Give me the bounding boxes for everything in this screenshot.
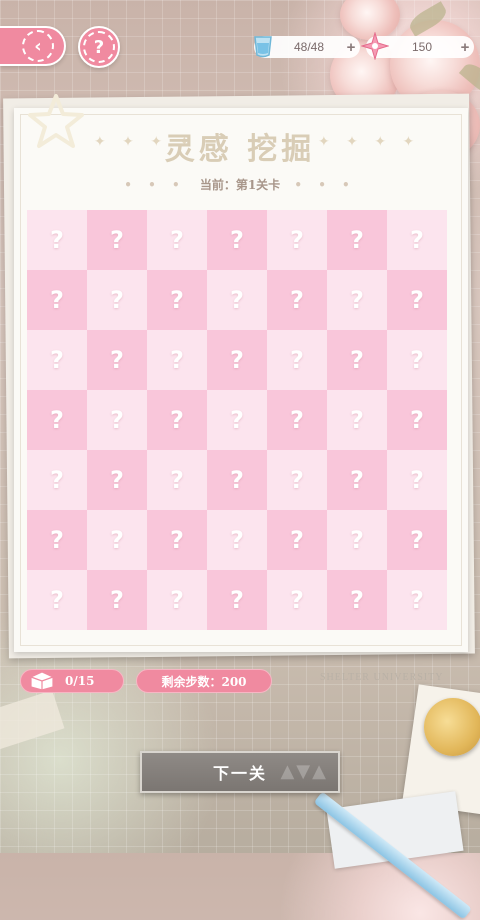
board-cell[interactable]: ? [87, 270, 147, 330]
board-cell[interactable]: ? [327, 270, 387, 330]
board-cell[interactable]: ? [327, 210, 387, 270]
dots-right: • • • [294, 178, 356, 192]
board-cell[interactable]: ? [27, 210, 87, 270]
board-cell[interactable]: ? [87, 510, 147, 570]
dig-board: ????????????????????????????????????????… [27, 210, 447, 630]
board-cell[interactable]: ? [27, 270, 87, 330]
crystal-value: 150 [411, 40, 433, 54]
wax-seal-icon [424, 698, 480, 756]
board-cell[interactable]: ? [147, 210, 207, 270]
pink-star-crystal-icon [360, 31, 390, 61]
sparkle-right: ✦ ✦ ✦ ✦ [318, 134, 421, 150]
board-cell[interactable]: ? [327, 570, 387, 630]
board-cell[interactable]: ? [27, 570, 87, 630]
board-cell[interactable]: ? [387, 510, 447, 570]
current-level: 当前：第1关卡 [199, 178, 281, 192]
board-cell[interactable]: ? [327, 450, 387, 510]
board-cell[interactable]: ? [387, 210, 447, 270]
board-cell[interactable]: ? [267, 210, 327, 270]
board-cell[interactable]: ? [207, 390, 267, 450]
board-cell[interactable]: ? [147, 510, 207, 570]
board-cell[interactable]: ? [267, 330, 327, 390]
board-cell[interactable]: ? [87, 390, 147, 450]
dots-left: • • • [124, 178, 186, 192]
board-cell[interactable]: ? [147, 570, 207, 630]
board-cell[interactable]: ? [267, 390, 327, 450]
board-cell[interactable]: ? [27, 330, 87, 390]
board-cell[interactable]: ? [267, 270, 327, 330]
board-cell[interactable]: ? [147, 270, 207, 330]
board-cell[interactable]: ? [87, 450, 147, 510]
found-counter: 0/15 [20, 669, 124, 693]
triangle-pattern-icon: ▲▼▲ [280, 761, 328, 782]
board-cell[interactable]: ? [27, 450, 87, 510]
board-cell[interactable]: ? [387, 390, 447, 450]
board-cell[interactable]: ? [147, 330, 207, 390]
add-water-button[interactable]: + [342, 39, 360, 56]
next-level-label: 下一关 [212, 764, 267, 783]
board-cell[interactable]: ? [267, 510, 327, 570]
board-cell[interactable]: ? [387, 570, 447, 630]
steps-remaining: 剩余步数：200 [161, 674, 247, 689]
water-cup-icon [248, 31, 278, 61]
board-cell[interactable]: ? [387, 330, 447, 390]
board-cell[interactable]: ? [267, 570, 327, 630]
steps-counter: 剩余步数：200 [136, 669, 272, 693]
water-resource: 48/48 + [254, 36, 360, 58]
board-cell[interactable]: ? [207, 270, 267, 330]
found-count: 0/15 [65, 674, 95, 688]
board-cell[interactable]: ? [207, 210, 267, 270]
cake-box-icon [27, 666, 57, 694]
board-cell[interactable]: ? [207, 570, 267, 630]
help-icon: ? [83, 31, 115, 63]
board-cell[interactable]: ? [327, 390, 387, 450]
board-cell[interactable]: ? [87, 330, 147, 390]
water-value: 48/48 [293, 40, 325, 54]
board-cell[interactable]: ? [87, 210, 147, 270]
board-cell[interactable]: ? [27, 390, 87, 450]
board-cell[interactable]: ? [327, 330, 387, 390]
board-cell[interactable]: ? [147, 450, 207, 510]
back-button[interactable]: ‹ [0, 26, 66, 66]
crystal-resource: 150 + [361, 32, 474, 60]
chevron-left-icon: ‹ [22, 30, 54, 62]
board-cell[interactable]: ? [27, 510, 87, 570]
board-cell[interactable]: ? [207, 450, 267, 510]
board-cell[interactable]: ? [327, 510, 387, 570]
board-cell[interactable]: ? [87, 570, 147, 630]
board-cell[interactable]: ? [387, 450, 447, 510]
board-cell[interactable]: ? [207, 510, 267, 570]
board-cell[interactable]: ? [267, 450, 327, 510]
add-crystal-button[interactable]: + [456, 39, 474, 56]
board-cell[interactable]: ? [387, 270, 447, 330]
next-level-button[interactable]: 下一关 ▲▼▲ [140, 751, 340, 793]
board-cell[interactable]: ? [147, 390, 207, 450]
stamp-text: SHELTER UNIVERSITY [320, 672, 444, 683]
level-subtitle: • • • 当前：第1关卡 • • • [0, 176, 480, 193]
help-button[interactable]: ? [78, 26, 120, 68]
board-cell[interactable]: ? [207, 330, 267, 390]
